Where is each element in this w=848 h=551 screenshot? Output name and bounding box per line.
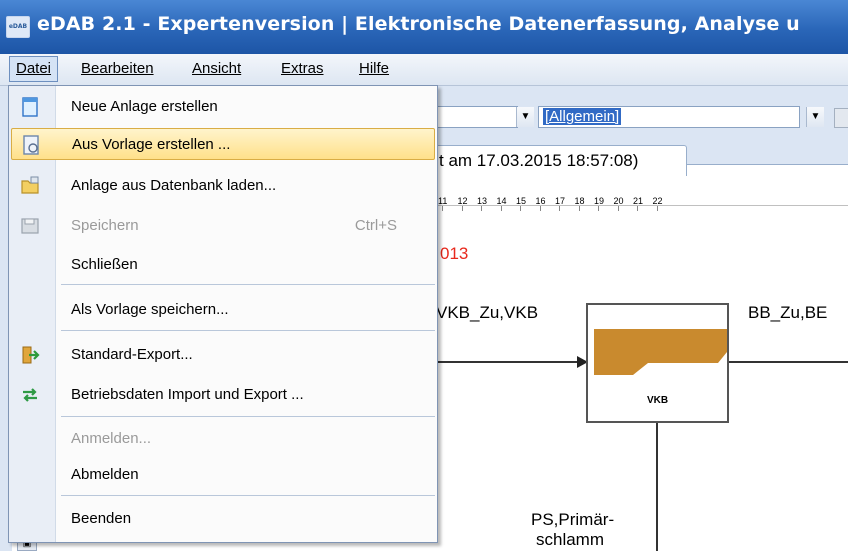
ruler-tick-label: 21: [633, 196, 644, 206]
datei-menu-dropdown: Neue Anlage erstellen Aus Vorlage erstel…: [8, 85, 438, 543]
menu-schliessen[interactable]: Schließen: [11, 249, 435, 281]
ruler-tick-mark: [578, 206, 580, 211]
menu-ansicht[interactable]: Ansicht: [186, 57, 247, 81]
flow-line-right: [729, 361, 848, 363]
menu-standard-export[interactable]: Standard-Export...: [11, 339, 435, 371]
menu-hilfe-label: Hilfe: [359, 60, 390, 77]
ruler-tick-mark: [461, 206, 463, 211]
ruler-tick-label: 15: [516, 196, 527, 206]
template-document-icon: [23, 135, 39, 155]
menu-anmelden[interactable]: Anmelden...: [11, 423, 435, 455]
new-document-icon: [22, 97, 38, 117]
app-icon: eDAB: [6, 16, 30, 38]
menu-schliessen-label: Schließen: [71, 256, 138, 273]
menu-speichern-label: Speichern: [71, 217, 139, 234]
menu-datei[interactable]: Datei: [9, 56, 59, 82]
tab-plant[interactable]: t am 17.03.2015 18:57:08): [412, 145, 687, 176]
ruler-tick-mark: [598, 206, 599, 211]
ruler-tick-label: 18: [574, 196, 585, 206]
menu-extras[interactable]: Extras: [275, 57, 330, 81]
menu-beenden-label: Beenden: [71, 510, 132, 527]
ruler-tick-mark: [520, 206, 521, 211]
menu-anlage-laden[interactable]: Anlage aus Datenbank laden...: [11, 170, 435, 202]
ruler-tick-mark: [539, 206, 541, 211]
menu-speichern-shortcut: Ctrl+S: [354, 217, 397, 234]
menu-beenden[interactable]: Beenden: [11, 503, 435, 535]
ruler-tick-mark: [442, 206, 443, 211]
ruler-tick-label: 12: [457, 196, 468, 206]
ruler-tick-label: 14: [496, 196, 507, 206]
ruler-tick-label: 13: [477, 196, 488, 206]
menu-speichern[interactable]: Speichern Ctrl+S: [11, 210, 435, 242]
export-icon: [22, 346, 40, 364]
menu-aus-vorlage[interactable]: Aus Vorlage erstellen ...: [11, 128, 435, 160]
menu-abmelden-label: Abmelden: [71, 466, 139, 483]
menu-aus-vorlage-label: Aus Vorlage erstellen ...: [72, 136, 231, 153]
bottom-label-line2: schlamm: [536, 530, 605, 549]
menu-anlage-laden-label: Anlage aus Datenbank laden...: [71, 177, 277, 194]
view-combo-dropdown-icon[interactable]: ▼: [806, 107, 824, 127]
menu-bearbeiten[interactable]: Bearbeiten: [75, 57, 160, 81]
ruler-tick-label: 20: [613, 196, 624, 206]
menu-neue-anlage[interactable]: Neue Anlage erstellen: [11, 91, 435, 123]
settling-tank-shape: [594, 329, 727, 375]
ruler-tick-mark: [559, 206, 560, 211]
menu-separator-3: [61, 416, 435, 417]
year-combo-dropdown-icon[interactable]: ▼: [516, 107, 534, 127]
menu-als-vorlage-speichern-label: Als Vorlage speichern...: [71, 301, 229, 318]
menu-datei-label: Datei: [16, 60, 52, 77]
ruler-tick-label: 11: [438, 196, 448, 206]
menu-bearbeiten-label: Bearbeiten: [81, 60, 154, 77]
ruler-tick-label: 22: [652, 196, 663, 206]
menu-neue-anlage-label: Neue Anlage erstellen: [71, 98, 218, 115]
flow-line-left: [436, 361, 578, 363]
menu-separator-2: [61, 330, 435, 331]
menu-standard-export-label: Standard-Export...: [71, 346, 193, 363]
menu-als-vorlage-speichern[interactable]: Als Vorlage speichern...: [11, 294, 435, 326]
year-label: 013: [440, 244, 469, 263]
menu-separator-1: [61, 284, 435, 285]
calendar-icon[interactable]: [834, 108, 848, 128]
menu-bar: Datei Bearbeiten Ansicht Extras Hilfe: [0, 54, 848, 86]
menu-separator-4: [61, 495, 435, 496]
menu-anmelden-label: Anmelden...: [71, 430, 152, 447]
menu-hilfe[interactable]: Hilfe: [353, 57, 395, 81]
window-title: eDAB 2.1 - Expertenversion | Elektronisc…: [37, 13, 800, 35]
title-bar: eDAB eDAB 2.1 - Expertenversion | Elektr…: [0, 0, 848, 54]
ruler-tick-label: 17: [555, 196, 566, 206]
ruler-tick-mark: [617, 206, 619, 211]
flow-line-down: [656, 423, 658, 551]
menu-extras-label: Extras: [281, 60, 324, 77]
ruler-tick-label: 16: [535, 196, 546, 206]
ruler-tick-mark: [656, 206, 658, 211]
menu-betriebsdaten-label: Betriebsdaten Import und Export ...: [71, 386, 304, 403]
bottom-label-line1: PS,Primär-: [531, 510, 615, 529]
flow-left-label: VKB_Zu,VKB: [436, 303, 539, 322]
menu-abmelden[interactable]: Abmelden: [11, 459, 435, 491]
view-combo-value: [Allgemein]: [543, 108, 622, 125]
ruler-tick-mark: [637, 206, 638, 211]
vkb-node-label: VKB: [646, 395, 669, 406]
view-combo[interactable]: [Allgemein]: [538, 106, 800, 128]
menu-betriebsdaten[interactable]: Betriebsdaten Import und Export ...: [11, 379, 435, 411]
ruler-tick-mark: [500, 206, 502, 211]
folder-open-icon: [21, 176, 39, 194]
ruler-tick-label: 19: [594, 196, 605, 206]
save-icon: [21, 218, 39, 234]
flow-right-label: BB_Zu,BE: [748, 303, 828, 322]
ruler-tick-mark: [481, 206, 482, 211]
vkb-node[interactable]: VKB: [586, 303, 729, 423]
menu-ansicht-label: Ansicht: [192, 60, 242, 77]
import-export-icon: [23, 388, 37, 402]
